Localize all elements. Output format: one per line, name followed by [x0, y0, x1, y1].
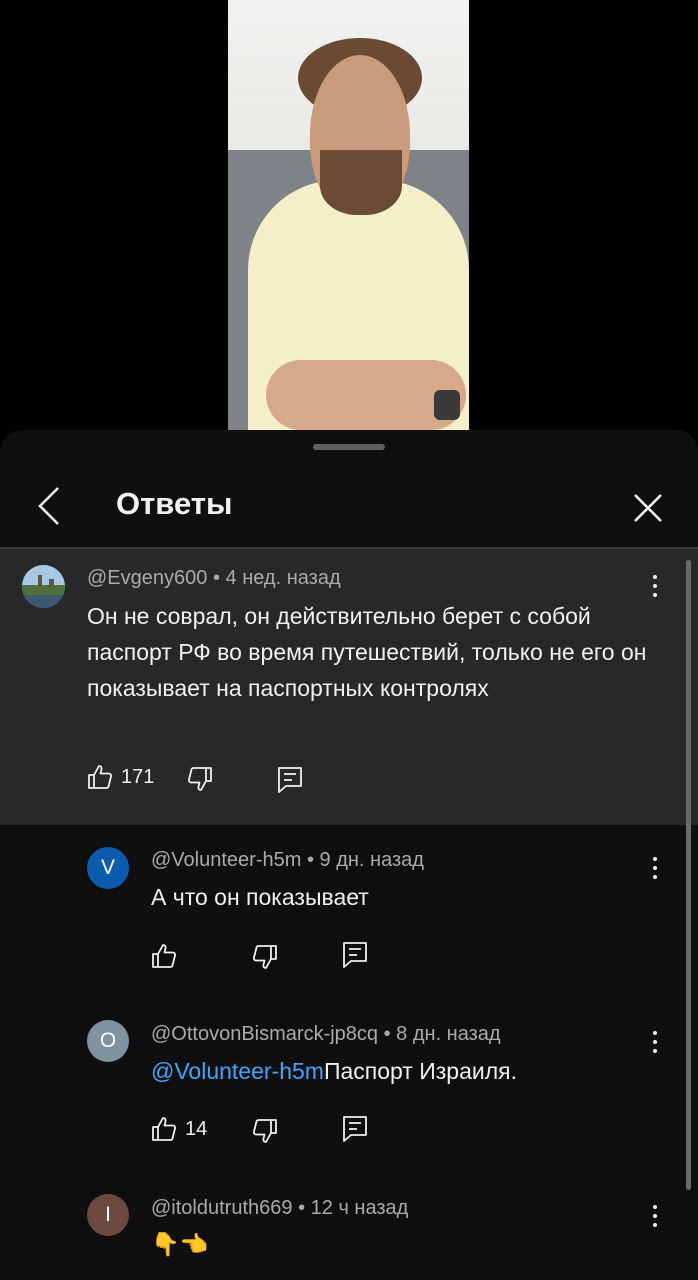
sheet-title: Ответы	[116, 486, 233, 521]
meta-separator: •	[301, 849, 320, 871]
meta-separator: •	[378, 1023, 397, 1045]
more-vert-icon-dot	[653, 1214, 657, 1218]
more-vert-icon	[653, 1205, 657, 1209]
reply-author[interactable]: @Volunteer-h5m	[151, 849, 301, 871]
more-vert-icon-dot	[653, 584, 657, 588]
comment-meta: @Evgeny600 • 4 нед. назад	[87, 567, 341, 590]
more-vert-icon	[653, 575, 657, 579]
more-button[interactable]	[645, 1201, 665, 1231]
reply-author[interactable]: @itoldutruth669	[151, 1197, 293, 1219]
scrollbar[interactable]	[686, 560, 691, 1190]
reply-text: А что он показывает	[151, 884, 369, 910]
like-button[interactable]: 14	[151, 1116, 207, 1142]
reply-time: 12 ч назад	[310, 1197, 409, 1219]
back-button[interactable]	[30, 484, 70, 528]
comment-author[interactable]: @Evgeny600	[87, 567, 207, 589]
more-vert-icon-dot	[653, 866, 657, 870]
reply-button[interactable]	[342, 941, 368, 969]
reply-meta: @itoldutruth669 • 12 ч назад	[151, 1197, 408, 1220]
more-button[interactable]	[645, 1027, 665, 1057]
thumb-up-icon	[88, 765, 113, 789]
reply-meta: @Volunteer-h5m • 9 дн. назад	[151, 849, 424, 872]
meta-separator: •	[292, 1197, 311, 1219]
dislike-button[interactable]	[252, 1118, 278, 1144]
like-count: 171	[121, 765, 155, 788]
avatar-letter: V	[100, 856, 115, 879]
reply-time: 8 дн. назад	[396, 1023, 501, 1045]
reply-icon	[343, 1116, 367, 1142]
more-button[interactable]	[645, 571, 665, 601]
video-person-watch	[434, 390, 460, 420]
like-button[interactable]: 171	[87, 764, 154, 790]
chevron-left-icon	[38, 487, 59, 525]
reply-icon	[278, 767, 302, 793]
video-person-beard	[320, 150, 402, 215]
close-button[interactable]	[626, 486, 670, 530]
reply-button[interactable]	[277, 766, 303, 794]
comment-text: Он не соврал, он действительно берет с с…	[87, 603, 647, 701]
mention-link[interactable]: @Volunteer-h5m	[151, 1058, 324, 1084]
comment-time: 4 нед. назад	[225, 567, 341, 589]
sheet-header: Ответы	[0, 470, 698, 548]
avatar[interactable]: V	[87, 847, 129, 889]
more-vert-icon-dot	[653, 1223, 657, 1227]
thumb-down-icon	[252, 945, 277, 969]
reply-button[interactable]	[342, 1115, 368, 1143]
dislike-button[interactable]	[252, 944, 278, 970]
avatar[interactable]: I	[87, 1194, 129, 1236]
dislike-button[interactable]	[187, 766, 213, 792]
reply-icon	[343, 942, 367, 968]
like-count: 14	[185, 1117, 208, 1140]
meta-separator: •	[207, 567, 226, 589]
reply-text: @Volunteer-h5mПаспорт Израиля.	[151, 1053, 641, 1089]
more-vert-icon-dot	[653, 593, 657, 597]
like-button[interactable]	[151, 943, 177, 969]
reply-time: 9 дн. назад	[319, 849, 424, 871]
reply-author[interactable]: @OttovonBismarck-jp8cq	[151, 1023, 378, 1045]
drag-handle[interactable]	[313, 444, 385, 450]
avatar[interactable]: O	[87, 1020, 129, 1062]
avatar[interactable]	[22, 565, 65, 608]
thumb-down-icon	[187, 767, 212, 791]
avatar-letter: O	[99, 1029, 117, 1052]
more-button[interactable]	[645, 853, 665, 883]
close-icon	[634, 494, 662, 522]
more-vert-icon	[653, 857, 657, 861]
thumb-up-icon	[152, 944, 177, 968]
parent-comment: @Evgeny600 • 4 нед. назад Он не соврал, …	[0, 549, 698, 825]
more-vert-icon-dot	[653, 1049, 657, 1053]
avatar-photo	[22, 565, 65, 608]
reply-meta: @OttovonBismarck-jp8cq • 8 дн. назад	[151, 1023, 501, 1046]
reply-text: 👇👈	[151, 1232, 209, 1258]
replies-sheet: Ответы @Evgeny600 • 4 нед. назад Он не с…	[0, 430, 698, 1280]
more-vert-icon	[653, 1031, 657, 1035]
thumb-up-icon	[152, 1117, 177, 1141]
avatar-letter: I	[105, 1203, 111, 1226]
more-vert-icon-dot	[653, 1040, 657, 1044]
reply-text-body: Паспорт Израиля.	[323, 1058, 518, 1084]
more-vert-icon-dot	[653, 875, 657, 879]
video-player[interactable]	[228, 0, 469, 430]
thumb-down-icon	[252, 1119, 277, 1143]
